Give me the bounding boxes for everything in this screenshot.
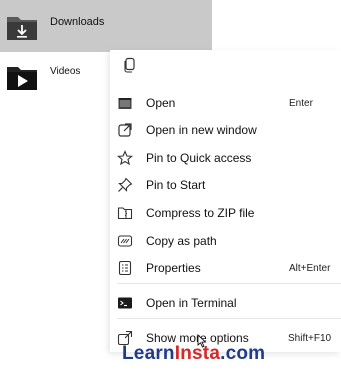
menu-item-open[interactable]: Open Enter: [117, 92, 341, 114]
downloads-label: Downloads: [50, 16, 105, 28]
menu-item-open-new-window[interactable]: Open in new window: [117, 119, 341, 141]
shortcut-label: Enter: [289, 97, 313, 109]
downloads-item[interactable]: Downloads: [0, 0, 212, 52]
menu-item-open-terminal[interactable]: Open in Terminal: [117, 292, 341, 314]
downloads-folder-icon: [7, 17, 37, 40]
menu-item-copy-as-path[interactable]: Copy as path: [117, 230, 341, 252]
menu-item-label: Open: [146, 96, 176, 110]
menu-item-label: Open in Terminal: [146, 296, 237, 310]
menu-item-pin-start[interactable]: Pin to Start: [117, 174, 341, 196]
menu-item-compress-zip[interactable]: Compress to ZIP file: [117, 202, 341, 224]
watermark: LearnInsta.com: [122, 343, 265, 365]
properties-icon: [118, 260, 132, 276]
pin-icon: [118, 177, 133, 192]
menu-divider: [117, 318, 341, 319]
open-icon: [118, 98, 132, 109]
menu-item-label: Pin to Quick access: [146, 151, 252, 165]
terminal-icon: [118, 297, 132, 309]
menu-divider: [117, 283, 341, 284]
menu-item-label: Open in new window: [146, 123, 257, 137]
videos-label: Videos: [50, 66, 81, 77]
watermark-learn: Learn: [122, 343, 175, 364]
new-window-icon: [118, 123, 132, 137]
menu-item-label: Properties: [146, 261, 201, 275]
zip-icon: [117, 207, 133, 220]
shortcut-label: Shift+F10: [288, 332, 332, 344]
watermark-insta: Insta: [174, 343, 221, 364]
star-icon: [117, 150, 133, 166]
watermark-com: .com: [220, 343, 266, 364]
menu-item-label: Copy as path: [146, 234, 217, 248]
videos-folder-icon: [7, 67, 37, 90]
copy-icon[interactable]: [123, 57, 137, 73]
copy-path-icon: [117, 235, 133, 247]
menu-item-label: Pin to Start: [146, 178, 206, 192]
shortcut-label: Alt+Enter: [289, 262, 331, 274]
menu-item-pin-quick-access[interactable]: Pin to Quick access: [117, 147, 341, 169]
menu-item-properties[interactable]: Properties Alt+Enter: [117, 257, 341, 279]
menu-item-label: Compress to ZIP file: [146, 206, 255, 220]
